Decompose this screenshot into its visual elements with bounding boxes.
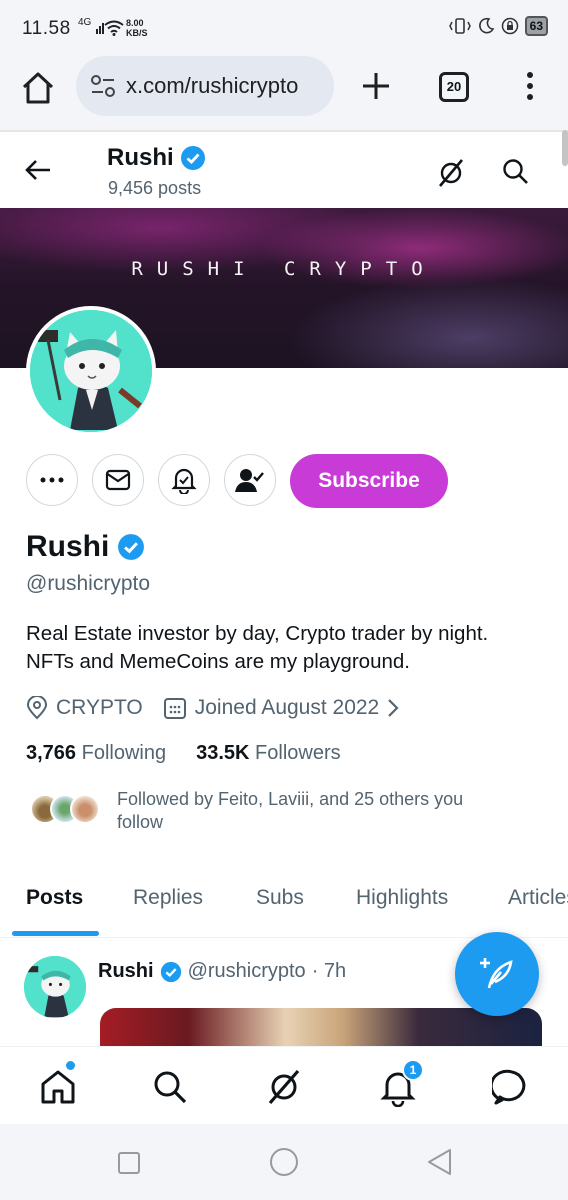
network-type: 4G [78, 17, 92, 28]
verified-badge-icon [160, 961, 181, 982]
location: CRYPTO [26, 696, 143, 720]
profile-name-text: Rushi [26, 530, 110, 563]
address-bar[interactable]: x.com/rushicrypto [76, 56, 334, 116]
post-time: · 7h [311, 960, 347, 982]
followers-label: Followers [255, 742, 341, 764]
status-icons: 63 [448, 16, 548, 36]
chevron-right-icon [388, 699, 399, 717]
following-button[interactable] [224, 454, 276, 506]
feather-plus-icon [480, 958, 513, 989]
post-avatar[interactable] [24, 956, 86, 1018]
tab-articles[interactable]: Articles [508, 886, 568, 910]
site-settings-icon[interactable] [90, 74, 116, 98]
battery-indicator: 63 [524, 16, 548, 36]
status-time: 11.58 [22, 18, 71, 39]
back-arrow-icon[interactable] [24, 158, 52, 182]
new-tab-icon[interactable] [360, 70, 392, 102]
more-vert-icon[interactable] [520, 70, 540, 102]
post-author-name[interactable]: Rushi [98, 960, 154, 983]
home-icon[interactable] [20, 70, 56, 106]
home-unread-dot [66, 1061, 75, 1070]
profile-page: Rushi 9,456 posts RUSHI CRYPTO Subscribe… [0, 130, 568, 1046]
home-button[interactable] [270, 1148, 298, 1176]
vibrate-icon [448, 18, 471, 34]
active-tab-indicator [12, 931, 99, 936]
wifi-icon [104, 20, 124, 36]
grok-icon[interactable] [264, 1067, 304, 1107]
header-name-text: Rushi [107, 144, 174, 171]
joined-date[interactable]: Joined August 2022 [163, 696, 400, 720]
tab-switcher-button[interactable]: 20 [439, 72, 469, 102]
followed-by-text: Followed by Feito, Laviii, and 25 others… [117, 788, 517, 834]
profile-bio: Real Estate investor by day, Crypto trad… [26, 620, 556, 676]
following-label: Following [81, 742, 167, 764]
profile-handle: @rushicrypto [26, 572, 151, 595]
tab-highlights[interactable]: Highlights [356, 886, 448, 910]
person-check-icon [235, 469, 264, 492]
do-not-disturb-moon-icon [478, 17, 494, 34]
calendar-icon [163, 698, 186, 719]
lock-rotation-icon [501, 17, 518, 35]
post-header: Rushi @rushicrypto · 7h [98, 960, 346, 983]
bell-check-icon [171, 468, 197, 494]
status-bar: 11.58 4G 8.00 KB/S 63 [0, 0, 568, 56]
profile-tabs: Posts Replies Subs Highlights Articles [0, 870, 568, 938]
verified-badge-icon [118, 534, 145, 560]
profile-top-bar: Rushi 9,456 posts [0, 130, 568, 208]
bottom-navigation: 1 [0, 1046, 568, 1124]
tab-posts[interactable]: Posts [26, 886, 83, 910]
post-image[interactable] [100, 1008, 542, 1046]
location-pin-icon [26, 696, 48, 720]
followers-link[interactable]: 33.5K Followers [196, 742, 341, 765]
home-icon[interactable] [38, 1067, 78, 1107]
cat-avatar-image [30, 310, 152, 432]
more-horiz-icon [40, 477, 64, 483]
profile-avatar[interactable] [26, 306, 156, 436]
notify-button[interactable] [158, 454, 210, 506]
banner-title: RUSHI CRYPTO [131, 258, 437, 280]
system-navigation [0, 1124, 568, 1200]
avatar [70, 794, 100, 824]
following-link[interactable]: 3,766 Following [26, 742, 166, 765]
subscribe-button[interactable]: Subscribe [290, 454, 448, 508]
tab-replies[interactable]: Replies [133, 886, 203, 910]
profile-name: Rushi [26, 530, 145, 564]
followed-by-line: follow [117, 812, 164, 832]
profile-meta: CRYPTO Joined August 2022 [26, 696, 419, 720]
messages-bubble-icon[interactable] [492, 1067, 532, 1107]
mutual-avatars [30, 794, 110, 828]
verified-badge-icon [180, 146, 205, 170]
post-author-handle[interactable]: @rushicrypto [188, 960, 306, 983]
browser-toolbar: x.com/rushicrypto 20 [0, 56, 568, 130]
envelope-icon [105, 469, 131, 491]
message-button[interactable] [92, 454, 144, 506]
url-text: x.com/rushicrypto [126, 73, 299, 98]
following-count: 3,766 [26, 742, 77, 764]
joined-text: Joined August 2022 [194, 696, 380, 719]
network-speed: 8.00 KB/S [126, 18, 148, 38]
grok-icon[interactable] [436, 158, 466, 188]
search-icon[interactable] [150, 1067, 190, 1107]
speed-value: 8.00 [126, 18, 144, 28]
followed-by-line: Followed by Feito, Laviii, and 25 others… [117, 789, 464, 809]
header-name: Rushi [107, 144, 206, 172]
followers-count: 33.5K [196, 742, 250, 764]
followed-by[interactable]: Followed by Feito, Laviii, and 25 others… [26, 786, 556, 836]
more-options-button[interactable] [26, 454, 78, 506]
speed-unit: KB/S [126, 28, 148, 38]
scrollbar-thumb[interactable] [562, 130, 568, 166]
recent-apps-button[interactable] [118, 1152, 140, 1174]
back-triangle-icon[interactable] [426, 1148, 452, 1176]
location-text: CRYPTO [56, 696, 143, 719]
follow-counts: 3,766 Following 33.5K Followers [26, 742, 341, 765]
header-post-count: 9,456 posts [108, 178, 202, 198]
compose-post-button[interactable] [455, 932, 539, 1016]
bio-line: NFTs and MemeCoins are my playground. [26, 650, 410, 673]
cat-avatar-image [24, 956, 86, 1018]
notifications-badge: 1 [402, 1059, 424, 1081]
bio-line: Real Estate investor by day, Crypto trad… [26, 622, 489, 645]
search-icon[interactable] [502, 158, 530, 186]
tab-subs[interactable]: Subs [256, 886, 304, 910]
profile-actions: Subscribe [0, 452, 568, 508]
